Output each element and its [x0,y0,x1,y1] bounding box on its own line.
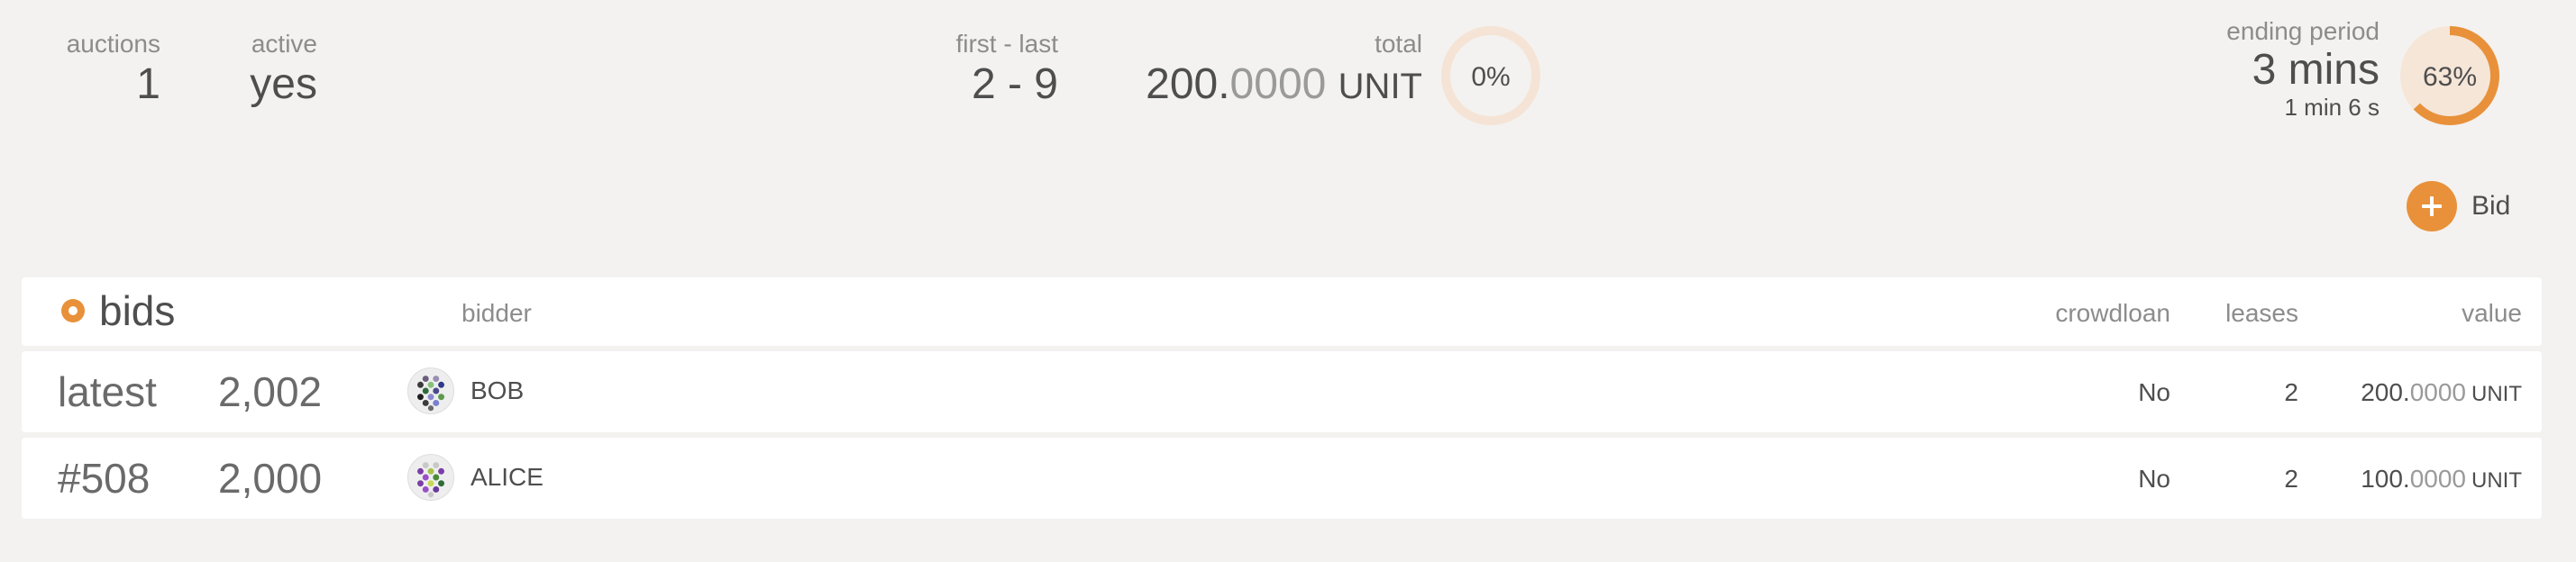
bid-block-number: 2,002 [218,368,323,415]
bid-when: #508 [58,455,151,502]
summary-total: total 200.0000 UNIT [1146,29,1422,112]
bid-value-whole: 100. [2361,465,2410,493]
total-value-decimal: 0000 [1229,60,1327,108]
table-row: latest 2,002 BOB No 2 200.0000 UNIT [22,351,2542,432]
ending-period-label: ending period [2226,17,2380,45]
ending-period-value: 3 mins [2252,46,2380,94]
bids-title: bids [59,286,175,335]
auctions-label: auctions [66,30,160,58]
total-progress-label: 0% [1471,62,1510,92]
bid-value-unit: UNIT [2471,382,2522,406]
total-value-unit: UNIT [1338,67,1422,106]
bid-button-label[interactable]: Bid [2471,191,2510,222]
bids-table-header: bids bidder crowdloan leases value [22,277,2542,346]
table-row: #508 2,000 ALICE No 2 100.0000 UNIT [22,438,2542,519]
bid-value: 200.0000 UNIT [2361,378,2522,407]
summary-active: active yes [250,29,317,110]
bids-table: bids bidder crowdloan leases value lates… [22,277,2542,524]
total-value-whole: 200. [1146,60,1230,108]
bidder-name[interactable]: BOB [470,376,524,405]
bidder: ALICE [407,454,544,501]
column-header-bidder: bidder [461,299,532,327]
bid-value-whole: 200. [2361,378,2410,406]
bid-when: latest [58,368,157,415]
bid-block-number: 2,000 [218,455,323,502]
plus-icon[interactable] [2407,181,2457,231]
bid-value-unit: UNIT [2471,468,2522,493]
auction-page: auctions 1 active yes first - last 2 - 9… [0,0,2576,562]
total-value: 200.0000 UNIT [1146,59,1422,112]
leases-value: 2 [2284,465,2298,493]
leases-value: 2 [2284,378,2298,406]
column-header-crowdloan: crowdloan [2055,299,2170,327]
crowdloan-value: No [2138,465,2170,493]
summary-auctions: auctions 1 [67,29,160,110]
bid-value-decimal: 0000 [2409,378,2466,406]
ending-period-remaining: 1 min 6 s [2284,94,2380,121]
first-last-value: 2 - 9 [971,60,1058,108]
dot-circle-icon [61,299,85,322]
bidder: BOB [407,367,524,414]
bid-value-decimal: 0000 [2409,465,2466,493]
total-progress-donut: 0% [1441,26,1540,125]
column-header-value: value [2462,299,2522,327]
bid-button[interactable]: Bid [2407,180,2510,232]
identicon-avatar[interactable] [407,367,454,414]
active-value: yes [250,60,317,108]
summary-ending-period: ending period 3 mins 1 min 6 s [2226,16,2380,121]
summary-first-last: first - last 2 - 9 [955,29,1058,110]
bid-value: 100.0000 UNIT [2361,465,2522,494]
bids-title-label: bids [99,287,176,334]
auctions-value: 1 [136,60,160,108]
identicon-avatar[interactable] [407,454,454,501]
crowdloan-value: No [2138,378,2170,406]
ending-progress-label: 63% [2423,62,2477,92]
ending-period-progress-donut: 63% [2400,26,2499,125]
active-label: active [251,30,317,58]
total-label: total [1375,30,1422,58]
first-last-label: first - last [955,30,1058,58]
bidder-name[interactable]: ALICE [470,463,544,492]
column-header-leases: leases [2225,299,2298,327]
